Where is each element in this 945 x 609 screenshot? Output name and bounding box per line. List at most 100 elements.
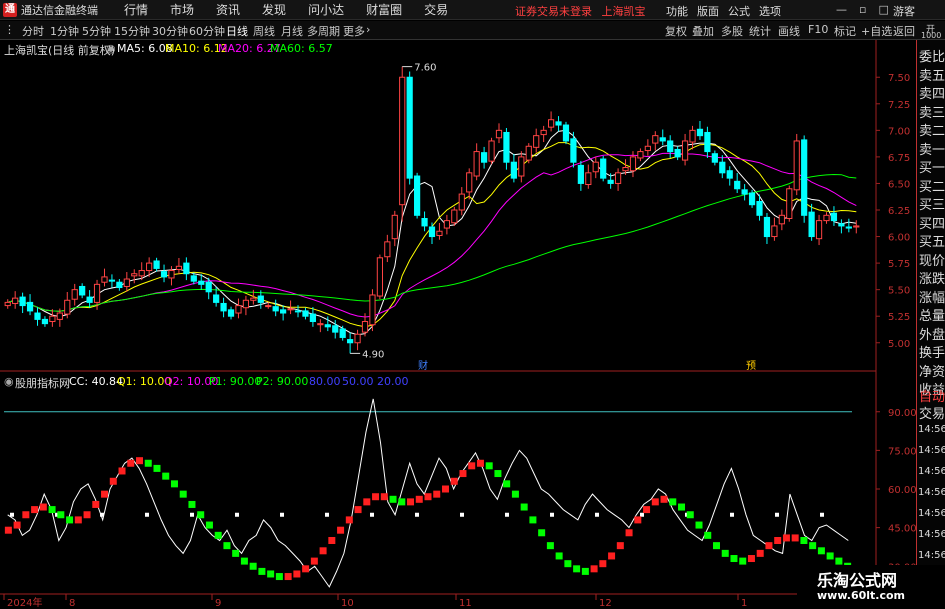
candle-body <box>302 310 309 317</box>
candle-body <box>153 260 160 269</box>
oscillator-dot <box>555 552 563 560</box>
oscillator-dot <box>625 529 633 537</box>
candle-body <box>748 192 756 206</box>
candle-body <box>525 145 532 161</box>
candle-body <box>250 297 257 301</box>
oscillator-dot <box>817 547 825 555</box>
candle-body <box>555 121 562 126</box>
candle-body <box>823 214 830 222</box>
price-tick-label: 7.50 <box>888 73 910 84</box>
oscillator-dot <box>363 498 371 506</box>
side-panel-item[interactable]: 14:56 <box>918 550 945 561</box>
candle-body <box>436 230 443 236</box>
candle-body <box>741 189 748 195</box>
candle-body <box>347 339 354 344</box>
side-panel-item[interactable]: 买五 <box>919 231 945 250</box>
oscillator-dot <box>774 537 782 544</box>
side-panel-item[interactable]: 卖三 <box>919 102 945 121</box>
side-panel-item[interactable]: 换手 <box>919 342 945 361</box>
side-panel-item[interactable]: 卖一 <box>919 139 945 158</box>
oscillator-dot <box>800 537 808 544</box>
oscillator-dot <box>782 534 790 542</box>
oscillator-dot <box>345 516 353 524</box>
side-panel-item[interactable]: 委比 <box>919 46 945 65</box>
level-50-dot <box>595 512 599 517</box>
side-panel-item[interactable]: 14:56 <box>918 466 945 477</box>
price-tick-label: 6.75 <box>888 153 910 164</box>
candle-body <box>428 226 436 238</box>
side-panel-item[interactable]: 买一 <box>919 157 945 176</box>
side-panel-item[interactable]: 买三 <box>919 194 945 213</box>
candle-body <box>56 312 63 320</box>
oscillator-dot <box>678 503 686 511</box>
side-panel-item[interactable]: 卖四 <box>919 83 945 102</box>
candle-body <box>689 129 696 143</box>
candle-body <box>317 323 324 326</box>
side-panel-item[interactable]: 买四 <box>919 213 945 232</box>
side-panel-item[interactable]: 买二 <box>919 176 945 195</box>
oscillator-dot <box>529 516 537 524</box>
oscillator-dot <box>660 495 668 503</box>
oscillator-dot <box>179 490 187 498</box>
candle-body <box>235 305 242 314</box>
site-watermark: 乐淘公式网 www.60lt.com <box>797 565 945 609</box>
candle-body <box>108 279 116 282</box>
side-panel-item[interactable]: 14:56 <box>918 487 945 498</box>
side-panel-item[interactable]: 14:56 <box>918 424 945 435</box>
side-panel-item[interactable]: 14:56 <box>918 445 945 456</box>
candle-body <box>26 301 34 312</box>
watermark-url: www.60lt.com <box>817 589 906 602</box>
side-panel-item[interactable]: 涨跌 <box>919 268 945 287</box>
candle-body <box>518 156 525 177</box>
oscillator-dot <box>756 549 764 557</box>
candle-body <box>659 137 666 142</box>
side-panel-item[interactable]: 现价 <box>919 250 945 269</box>
oscillator-dot <box>791 534 799 542</box>
oscillator-dot <box>205 521 213 529</box>
oscillator-dot <box>162 472 170 480</box>
candle-body <box>696 128 704 137</box>
side-panel-item[interactable]: 涨幅 <box>919 287 945 306</box>
event-marker-finance: 财 <box>418 359 428 372</box>
oscillator-dot <box>372 493 380 501</box>
price-tick-label: 7.25 <box>888 100 910 111</box>
oscillator-dot <box>39 503 47 511</box>
candle-body <box>414 175 421 216</box>
candle-body <box>324 324 331 328</box>
candle-body <box>815 220 823 240</box>
oscillator-dot <box>450 477 458 485</box>
oscillator-dot <box>310 557 318 565</box>
side-panel-item[interactable]: 14:56 <box>918 508 945 519</box>
side-panel-item[interactable]: 卖二 <box>919 120 945 139</box>
oscillator-dot <box>564 560 572 568</box>
oscillator-dot <box>634 516 642 524</box>
oscillator-dot <box>546 542 554 550</box>
candle-body <box>592 161 599 173</box>
candle-body <box>577 164 584 184</box>
price-tick-label: 5.00 <box>888 339 910 350</box>
quote-side-panel: 委比 卖五 卖四 卖三 卖二 卖一 买一 买二 买三 买四 买五 现价 涨跌 涨幅 总量 外盘 换手 净资 收益 自动… <box>916 40 945 609</box>
candle-body <box>793 140 800 191</box>
side-panel-item[interactable]: 14:56 <box>918 529 945 540</box>
side-panel-item[interactable]: 外盘 <box>919 324 945 343</box>
candle-body <box>332 325 339 333</box>
candle-body <box>213 294 220 303</box>
candle-body <box>607 179 614 184</box>
candle-body <box>287 308 294 311</box>
oscillator-dot <box>293 570 301 578</box>
candle-body <box>629 156 637 172</box>
side-panel-item[interactable]: 卖五 <box>919 65 945 84</box>
oscillator-dot <box>485 462 493 470</box>
level-50-dot <box>10 512 14 517</box>
oscillator-dot <box>249 562 257 570</box>
candle-body <box>376 257 384 297</box>
candle-body <box>845 226 852 229</box>
candle-body <box>198 280 205 285</box>
side-panel-item[interactable]: 总量 <box>919 305 945 324</box>
level-50-dot <box>325 512 329 517</box>
level-50-dot <box>550 512 554 517</box>
side-panel-item[interactable]: 交易 <box>919 403 945 422</box>
oscillator-dot <box>712 542 720 550</box>
oscillator-dot <box>197 511 205 519</box>
side-panel-item[interactable]: 净资 <box>919 361 945 380</box>
